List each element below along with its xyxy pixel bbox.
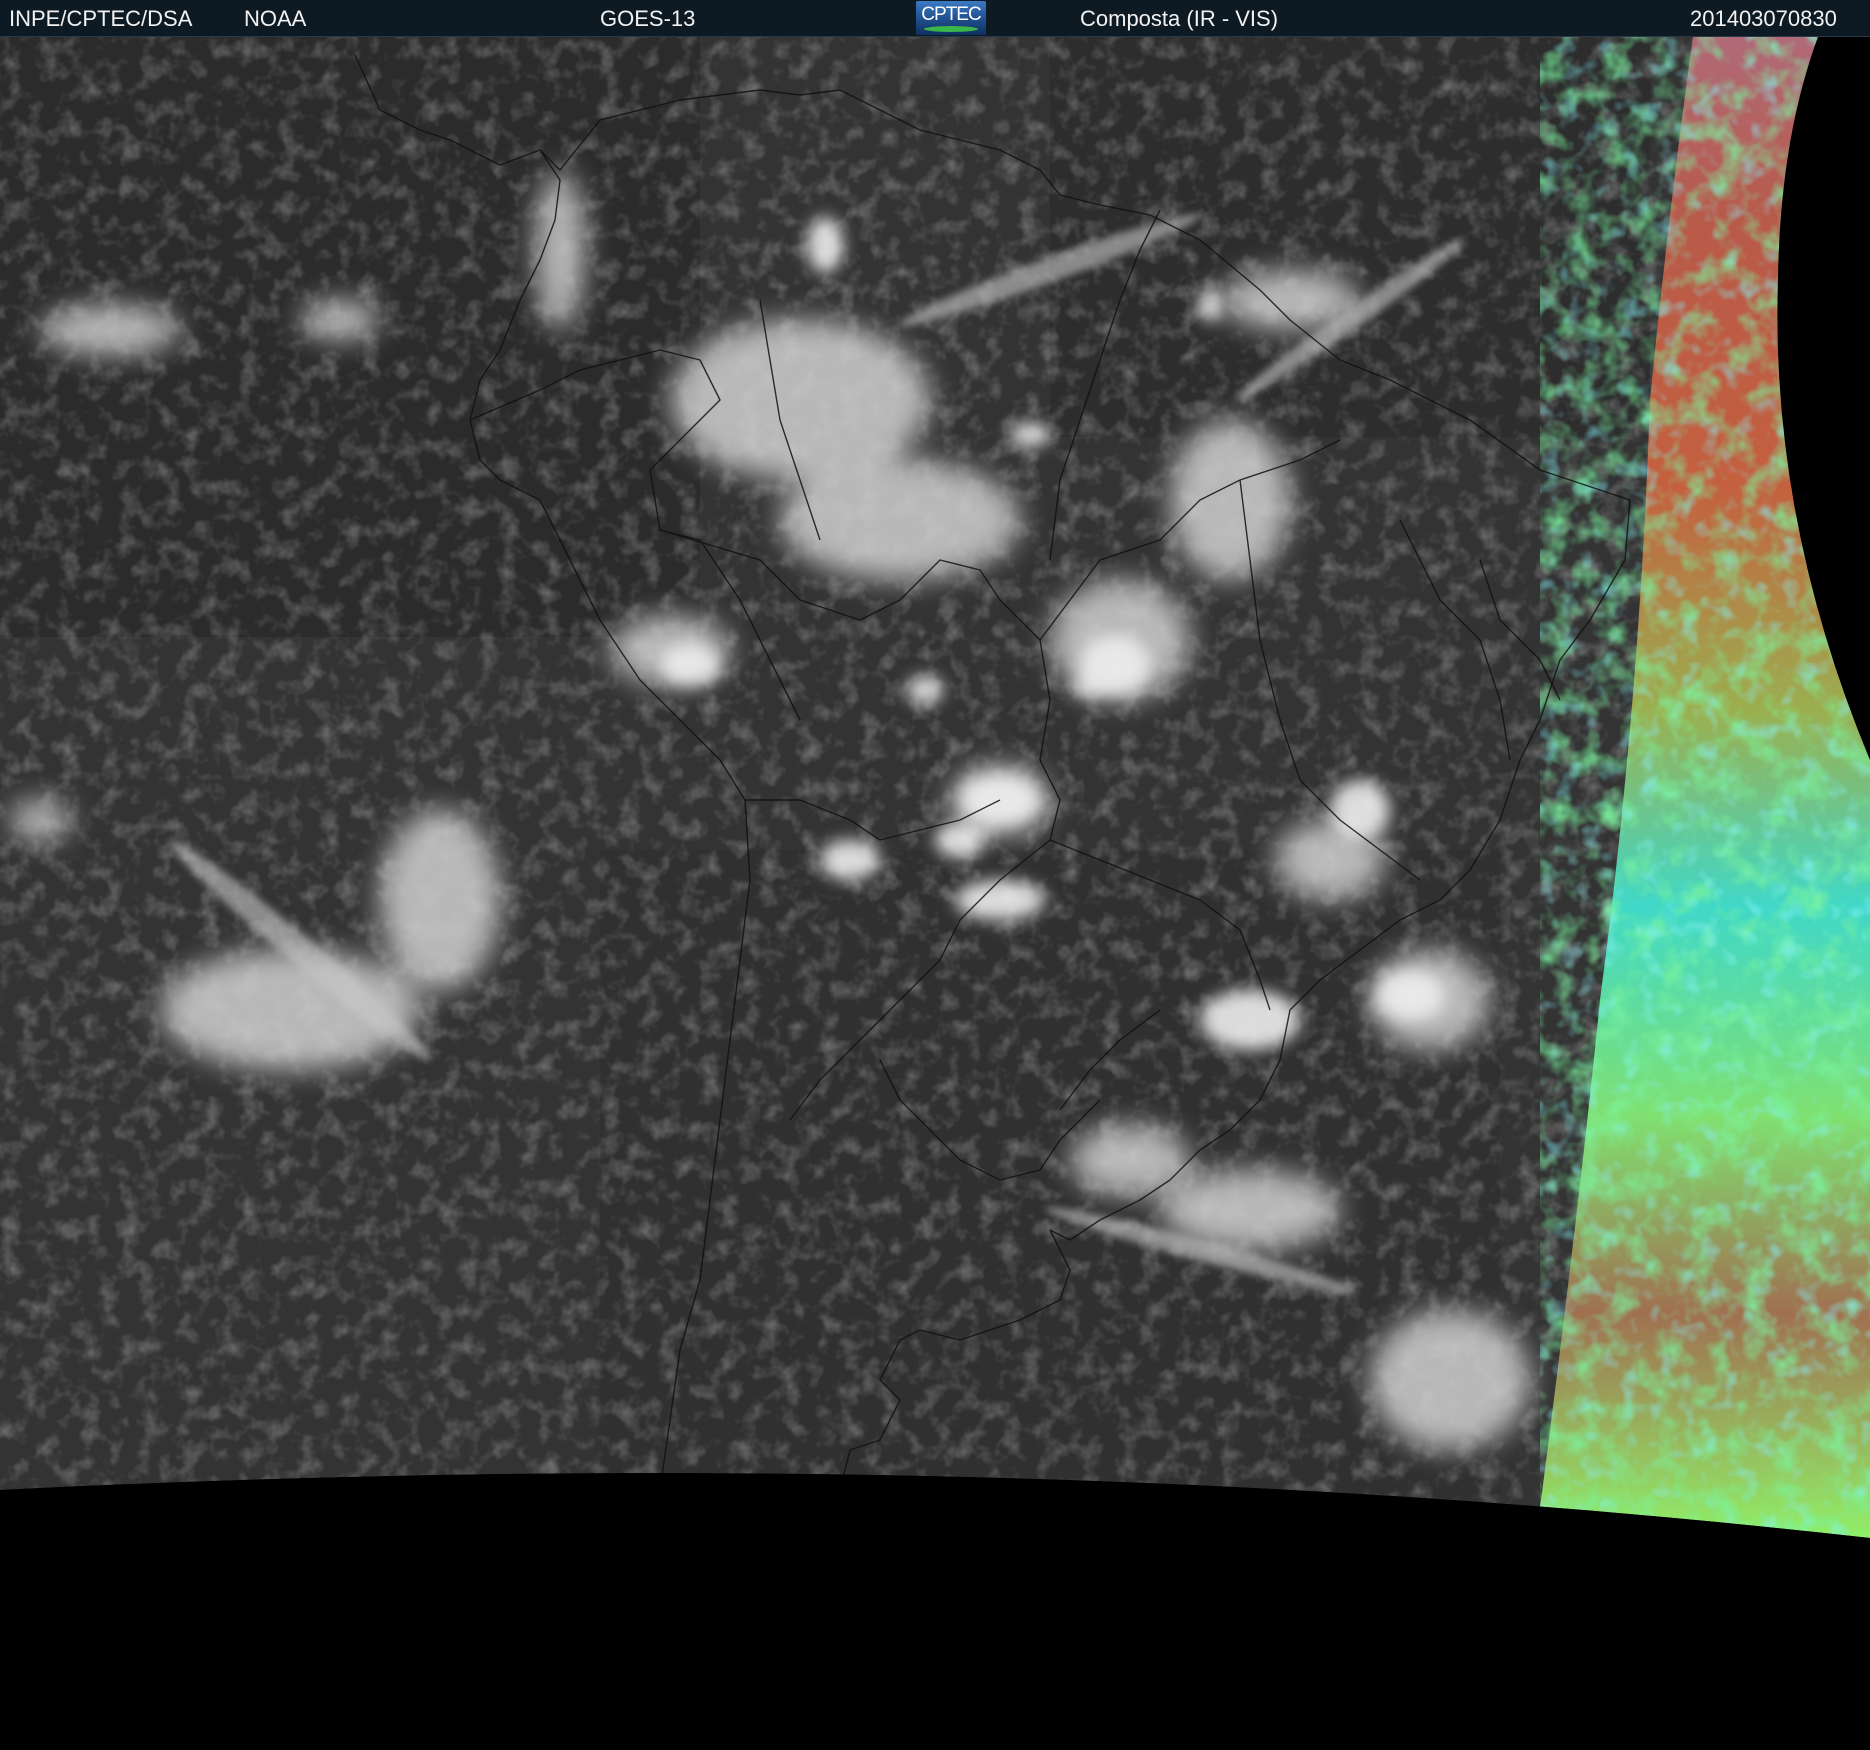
satellite-label: GOES-13 bbox=[600, 6, 696, 31]
image-header: INPE/CPTEC/DSA NOAA GOES-13 CPTEC Compos… bbox=[0, 0, 1870, 37]
cptec-logo-icon: CPTEC bbox=[916, 1, 986, 35]
satellite-composite-svg bbox=[0, 37, 1870, 1750]
satellite-image bbox=[0, 37, 1870, 1750]
logo-label: CPTEC bbox=[921, 4, 981, 25]
source-label: NOAA bbox=[244, 6, 307, 31]
product-label: Composta (IR - VIS) bbox=[1080, 6, 1279, 31]
agency-label: INPE/CPTEC/DSA bbox=[9, 6, 193, 31]
logo-swoosh bbox=[924, 26, 978, 32]
timestamp-label: 201403070830 bbox=[1690, 6, 1837, 31]
